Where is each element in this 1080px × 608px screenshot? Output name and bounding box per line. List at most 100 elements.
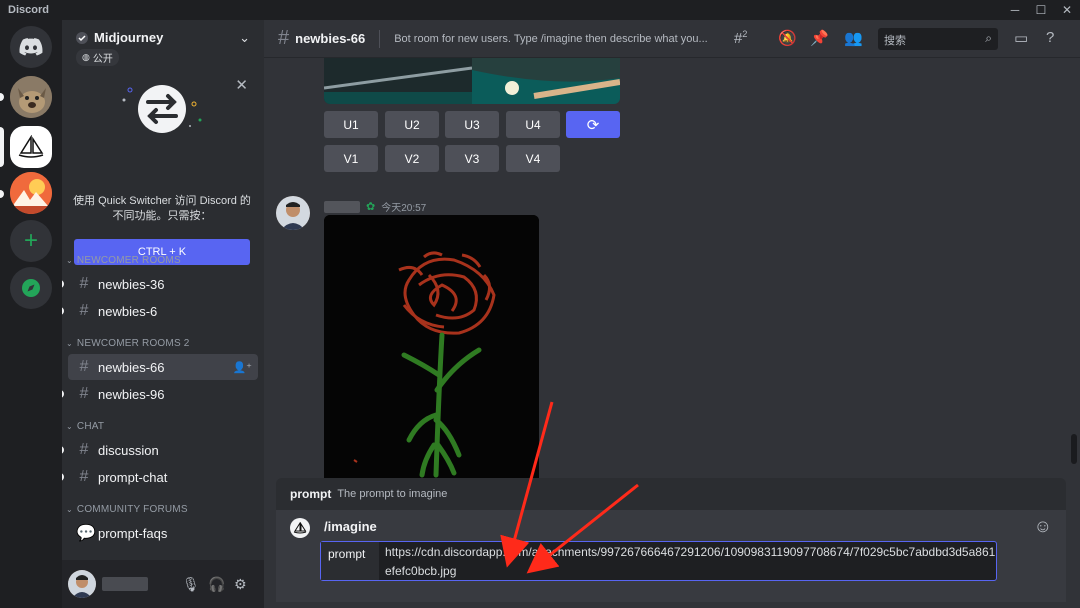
prompt-field[interactable]: prompt https://cdn.discordapp.com/attach…: [320, 541, 997, 581]
unread-indicator: [62, 280, 64, 288]
chevron-down-icon[interactable]: ⌄: [239, 30, 250, 46]
mute-bell-icon[interactable]: 🔕: [778, 29, 797, 47]
unread-indicator-2: [0, 190, 4, 198]
channel-label: prompt-faqs: [98, 525, 168, 541]
unread-indicator: [62, 446, 64, 454]
explore-servers-button[interactable]: [10, 267, 52, 309]
verified-check-icon: [76, 31, 88, 44]
channel-header: # newbies-66 Bot room for new users. Typ…: [264, 20, 1080, 58]
rose-drawing-image: [324, 215, 539, 480]
prompt-input[interactable]: https://cdn.discordapp.com/attachments/9…: [379, 542, 996, 580]
avatar[interactable]: [68, 570, 96, 598]
server-name: Midjourney: [94, 30, 164, 45]
server-header[interactable]: Midjourney ◍ 公开 ⌄: [62, 20, 264, 68]
hashtag-icon: #: [79, 385, 89, 402]
upscale-u3-button[interactable]: U3: [445, 111, 499, 138]
add-user-icon[interactable]: 👤⁺: [232, 361, 252, 374]
quick-switcher-tip: ✕ 使用 Quick Switcher 访问 Discord 的不同功能。只需按…: [62, 68, 264, 265]
option-description: The prompt to imagine: [337, 488, 448, 500]
public-badge: ◍ 公开: [76, 49, 119, 66]
variation-v2-button[interactable]: V2: [385, 145, 439, 172]
variation-v4-button[interactable]: V4: [506, 145, 560, 172]
sailboat-icon: [18, 135, 44, 158]
channel-newbies-66[interactable]: # newbies-66 👤⁺: [68, 354, 258, 380]
server-list: +: [0, 20, 62, 608]
chat-scrollbar[interactable]: [1071, 434, 1077, 464]
message-composer: /imagine ☺ prompt https://cdn.discordapp…: [276, 510, 1066, 602]
server-icon-midjourney[interactable]: [10, 126, 52, 168]
headphones-icon[interactable]: 🎧: [208, 576, 225, 593]
variation-v1-button[interactable]: V1: [324, 145, 378, 172]
category-newcomer-rooms[interactable]: ⌄ NEWCOMER ROOMS: [62, 250, 264, 270]
slash-command-name: /imagine: [324, 519, 377, 534]
billiards-image: [324, 58, 620, 104]
channel-label: newbies-96: [98, 386, 165, 402]
channel-prompt-faqs[interactable]: 💬 prompt-faqs: [68, 520, 258, 546]
microphone-icon[interactable]: 🎙: [182, 576, 200, 593]
midjourney-bot-icon: [290, 518, 310, 538]
unread-indicator: [0, 93, 4, 101]
username-blurred: [324, 200, 360, 213]
generated-image-grid[interactable]: [324, 58, 620, 104]
channel-label: prompt-chat: [98, 469, 168, 485]
server-icon-animal[interactable]: [10, 76, 52, 118]
pin-icon[interactable]: 📌: [810, 29, 829, 47]
home-button[interactable]: [10, 26, 52, 68]
channel-title: newbies-66: [295, 31, 366, 46]
close-window-button[interactable]: ✕: [1054, 0, 1080, 20]
search-icon: ⌕: [985, 31, 992, 45]
channel-list: ⌄ NEWCOMER ROOMS # newbies-36 # newbies-6 ⌄…: [62, 250, 264, 547]
channel-newbies-36[interactable]: # newbies-36: [62, 271, 258, 297]
command-option-hint: prompt The prompt to imagine: [276, 478, 1066, 510]
upscale-u1-button[interactable]: U1: [324, 111, 378, 138]
hashtag-icon: #: [278, 27, 290, 49]
channel-discussion[interactable]: # discussion: [62, 437, 258, 463]
sunset-art-icon: [10, 172, 52, 214]
message-avatar[interactable]: [276, 196, 310, 230]
minimize-button[interactable]: ─: [1002, 0, 1028, 20]
discord-logo-icon: [19, 38, 43, 56]
add-server-button[interactable]: +: [10, 220, 52, 262]
hashtag-icon: #: [79, 358, 89, 375]
threads-icon[interactable]: #2: [734, 29, 747, 47]
variation-v3-button[interactable]: V3: [445, 145, 499, 172]
channel-sidebar: Midjourney ◍ 公开 ⌄ ✕ 使用 Quick Switcher 访问…: [62, 20, 264, 608]
plus-icon: +: [23, 227, 38, 254]
search-input[interactable]: 搜索 ⌕: [878, 28, 998, 50]
category-newcomer-rooms-2[interactable]: ⌄ NEWCOMER ROOMS 2: [62, 333, 264, 353]
category-label: NEWCOMER ROOMS 2: [76, 337, 190, 349]
channel-topic[interactable]: Bot room for new users. Type /imagine th…: [394, 33, 722, 45]
channel-newbies-6[interactable]: # newbies-6: [62, 298, 258, 324]
category-community-forums[interactable]: ⌄ COMMUNITY FORUMS: [62, 499, 264, 519]
prompt-field-label: prompt: [321, 542, 379, 580]
emoji-icon[interactable]: ☺: [1034, 516, 1052, 537]
forum-icon: 💬: [76, 525, 96, 542]
channel-newbies-96[interactable]: # newbies-96: [62, 381, 258, 407]
user-avatar-icon: [276, 196, 310, 230]
uploaded-image[interactable]: [324, 215, 539, 480]
refresh-icon: ⟳: [586, 116, 600, 134]
globe-icon: ◍: [82, 52, 90, 62]
channel-prompt-chat[interactable]: # prompt-chat: [62, 464, 258, 490]
upscale-u4-button[interactable]: U4: [506, 111, 560, 138]
inbox-icon[interactable]: ▭: [1014, 29, 1028, 47]
category-chevron-icon: ⌄: [66, 255, 73, 265]
user-avatar-icon: [68, 570, 96, 598]
help-icon[interactable]: ?: [1046, 29, 1054, 46]
server-icon-orange[interactable]: [10, 172, 52, 214]
quick-switcher-message: 使用 Quick Switcher 访问 Discord 的不同功能。只需按：: [73, 195, 251, 222]
close-icon[interactable]: ✕: [235, 76, 248, 94]
upscale-u2-button[interactable]: U2: [385, 111, 439, 138]
settings-gear-icon[interactable]: ⚙: [234, 576, 247, 593]
member-list-icon[interactable]: 👥: [844, 29, 863, 47]
category-chat[interactable]: ⌄ CHAT: [62, 416, 264, 436]
public-badge-label: 公开: [92, 54, 113, 65]
window-titlebar: Discord ─ ☐ ✕: [0, 0, 1080, 20]
reroll-button[interactable]: ⟳: [566, 111, 620, 138]
nitro-badge-icon: ✿: [366, 201, 376, 213]
maximize-button[interactable]: ☐: [1028, 0, 1054, 20]
category-chevron-icon: ⌄: [66, 504, 73, 514]
message-timestamp: 今天20:57: [381, 203, 427, 214]
switch-arrows-icon: [122, 85, 202, 133]
category-chevron-icon: ⌄: [66, 338, 73, 348]
